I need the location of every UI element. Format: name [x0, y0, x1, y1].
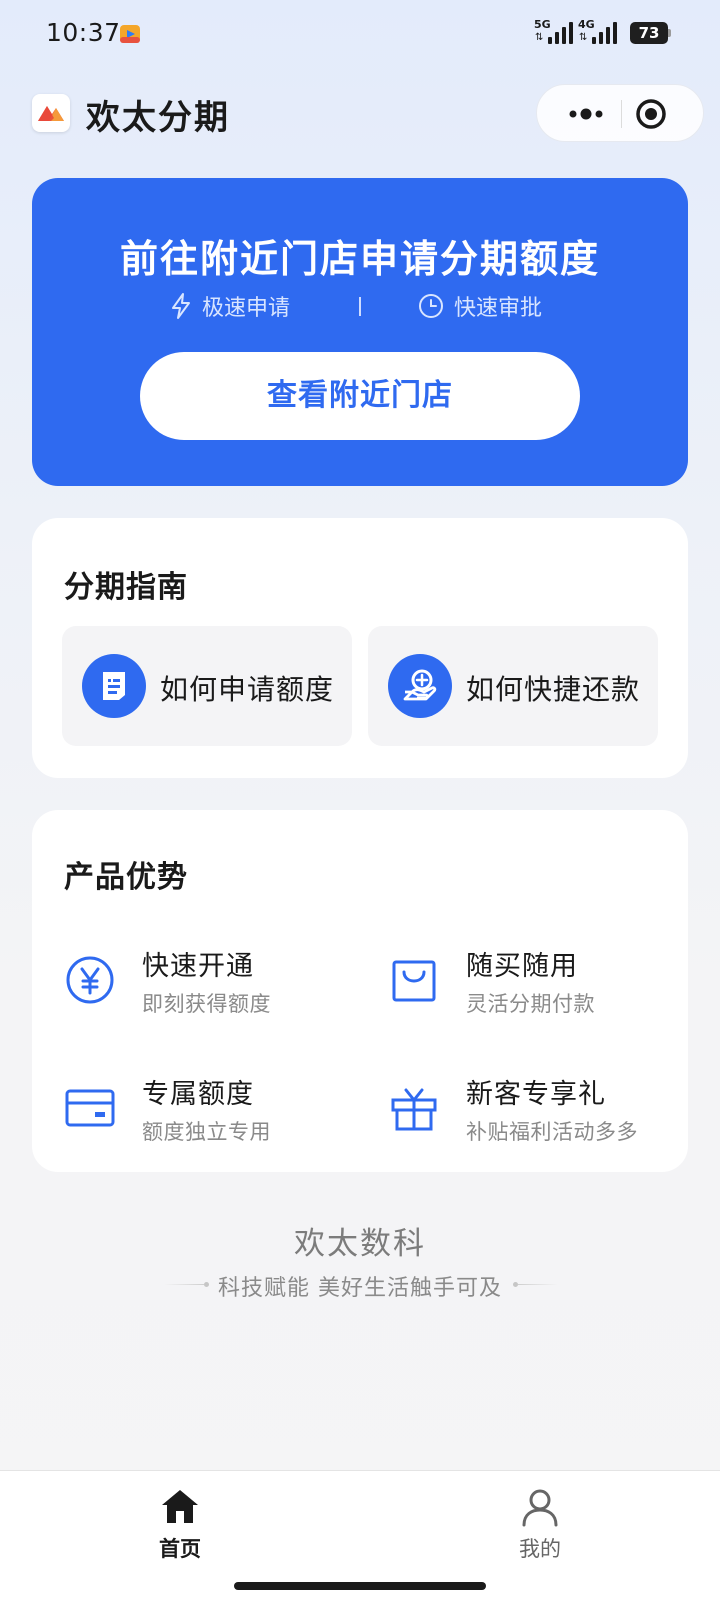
- battery-tip: [668, 29, 671, 37]
- advantage-desc: 补贴福利活动多多: [466, 1120, 638, 1144]
- mini-program-header: 欢太分期: [0, 80, 720, 146]
- advantage-desc: 额度独立专用: [142, 1120, 271, 1144]
- clock-icon: [419, 294, 443, 318]
- product-advantages-card: 产品优势 快速开通 即刻获得额度 随买随用 灵活分期付款 专属额度 额度独立专用: [32, 810, 688, 1172]
- advantage-name: 随买随用: [466, 951, 578, 982]
- advantage-name: 快速开通: [142, 951, 254, 982]
- status-bar: 10:37 5G ⇅ 4G ⇅ 73: [0, 0, 720, 68]
- gift-icon: [391, 1088, 437, 1131]
- battery-level: 73: [630, 22, 668, 44]
- document-icon: [82, 654, 146, 718]
- signal-4g: 4G ⇅: [578, 18, 622, 46]
- feature-fast-approval: 快速审批: [418, 288, 542, 324]
- shopping-bag-icon: [392, 960, 436, 1002]
- capsule-menu: [536, 84, 704, 142]
- data-arrows-icon: ⇅: [579, 32, 588, 43]
- advantage-quick-open: 快速开通 即刻获得额度: [64, 944, 364, 1024]
- card-icon: [65, 1089, 115, 1127]
- home-indicator[interactable]: [234, 1582, 486, 1590]
- advantage-buy-use: 随买随用 灵活分期付款: [388, 944, 688, 1024]
- advantages-title: 产品优势: [64, 860, 188, 895]
- banner-features: 极速申请 快速审批: [32, 288, 688, 324]
- slogan-text: 科技赋能 美好生活触手可及: [218, 1276, 502, 1301]
- signal-bars-icon: [548, 22, 573, 44]
- lightning-icon: [172, 293, 190, 319]
- battery-indicator: 73: [630, 22, 672, 44]
- app-title: 欢太分期: [86, 98, 230, 138]
- slogan-line-right: [518, 1284, 558, 1285]
- target-close-icon[interactable]: [623, 85, 705, 143]
- installment-guide-card: 分期指南 如何申请额度 如何快捷还款: [32, 518, 688, 778]
- signal-bars-icon: [592, 22, 617, 44]
- banner-title: 前往附近门店申请分期额度: [119, 237, 600, 281]
- hand-coin-icon: [388, 654, 452, 718]
- more-dots-icon[interactable]: [555, 85, 621, 143]
- advantage-exclusive-limit: 专属额度 额度独立专用: [64, 1072, 364, 1152]
- tab-mine[interactable]: 我的: [480, 1483, 600, 1567]
- user-icon: [522, 1489, 558, 1527]
- brand-name: 欢太数科: [294, 1226, 426, 1262]
- store-banner: 前往附近门店申请分期额度 极速申请 快速审批 查看附近门店: [32, 178, 688, 486]
- status-time: 10:37: [46, 18, 121, 47]
- brand-logo-icon: [32, 94, 70, 132]
- yen-circle-icon: [66, 956, 114, 1004]
- advantage-desc: 即刻获得额度: [142, 992, 271, 1016]
- guide-item-label: 如何快捷还款: [466, 673, 641, 706]
- guide-item-label: 如何申请额度: [160, 673, 335, 706]
- advantage-name: 专属额度: [142, 1079, 254, 1110]
- signal-5g: 5G ⇅: [534, 18, 578, 46]
- tab-home[interactable]: 首页: [120, 1483, 240, 1567]
- feature-label: 快速审批: [454, 296, 543, 321]
- home-icon: [162, 1490, 198, 1523]
- data-arrows-icon: ⇅: [535, 32, 544, 43]
- feature-label: 极速申请: [202, 296, 291, 321]
- advantage-name: 新客专享礼: [466, 1079, 606, 1110]
- guide-title: 分期指南: [64, 570, 188, 605]
- bottom-tab-bar: 首页 我的: [0, 1470, 720, 1600]
- tab-home-label: 首页: [159, 1537, 201, 1561]
- feature-fast-apply: 极速申请: [170, 288, 290, 324]
- guide-item-apply-limit[interactable]: 如何申请额度: [62, 626, 352, 746]
- guide-item-repay[interactable]: 如何快捷还款: [368, 626, 658, 746]
- advantage-desc: 灵活分期付款: [466, 992, 595, 1016]
- advantage-new-customer-gift: 新客专享礼 补贴福利活动多多: [388, 1072, 688, 1152]
- brand-slogan: 科技赋能 美好生活触手可及: [0, 1270, 720, 1304]
- feature-separator: [359, 297, 361, 316]
- capsule-divider: [621, 100, 622, 128]
- media-app-icon: [120, 25, 140, 43]
- tab-mine-label: 我的: [519, 1537, 561, 1561]
- view-nearby-stores-button[interactable]: 查看附近门店: [140, 352, 580, 440]
